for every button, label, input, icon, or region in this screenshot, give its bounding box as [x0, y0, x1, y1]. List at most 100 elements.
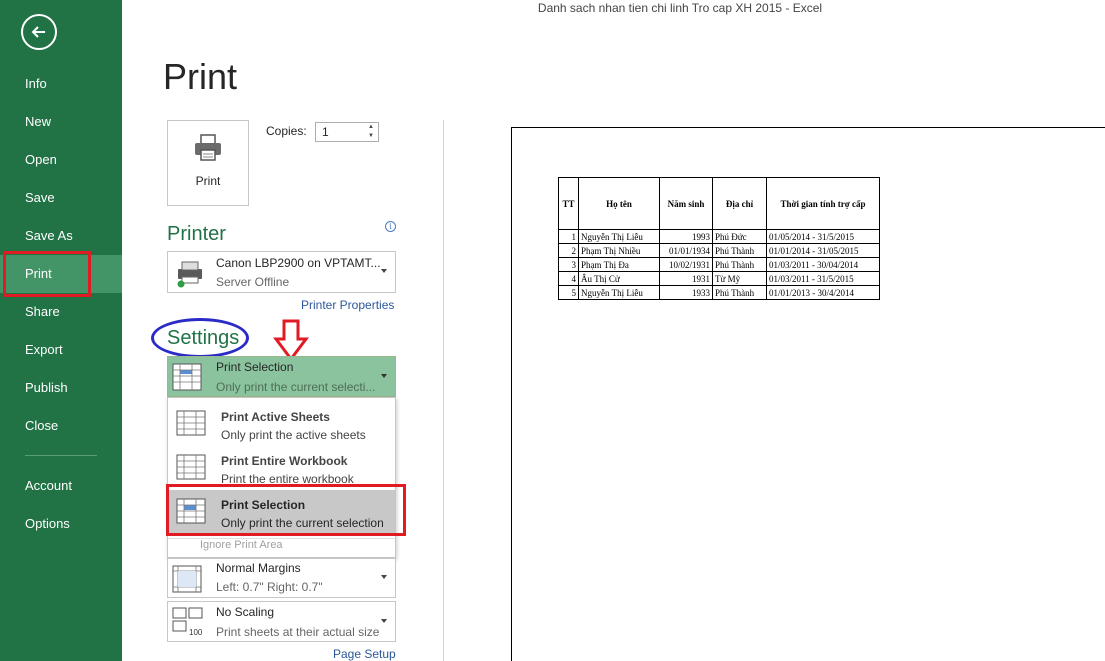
- info-icon[interactable]: i: [385, 221, 396, 232]
- table-cell: 10/02/1931: [659, 257, 713, 272]
- menu-item-title: Print Active Sheets: [221, 410, 330, 424]
- print-what-dropdown[interactable]: Print Selection Only print the current s…: [167, 356, 396, 397]
- table-cell: 1933: [659, 285, 713, 300]
- excel-backstage: Danh sach nhan tien chi linh Tro cap XH …: [0, 0, 1105, 661]
- table-header-row: TT Họ tên Năm sinh Địa chỉ Thời gian tín…: [558, 177, 880, 230]
- table-cell: Phú Đức: [712, 229, 767, 244]
- nav-save-as[interactable]: Save As: [0, 217, 122, 255]
- preview-table: TT Họ tên Năm sinh Địa chỉ Thời gian tín…: [558, 177, 880, 300]
- nav-open[interactable]: Open: [0, 141, 122, 179]
- printer-device-icon: [177, 261, 202, 288]
- sheet-grid-icon: [172, 363, 202, 391]
- back-button[interactable]: [21, 14, 57, 50]
- nav-export[interactable]: Export: [0, 331, 122, 369]
- print-what-desc: Only print the current selecti...: [216, 380, 376, 394]
- table-cell: 01/01/2014 - 31/05/2015: [766, 243, 880, 258]
- copies-up-icon[interactable]: ▲: [366, 123, 376, 132]
- print-button[interactable]: Print: [167, 120, 249, 206]
- copies-down-icon[interactable]: ▼: [366, 132, 376, 141]
- table-cell: 01/01/1934: [659, 243, 713, 258]
- column-header: TT: [558, 177, 579, 230]
- table-cell: Phú Thành: [712, 257, 767, 272]
- ignore-print-area-option[interactable]: Ignore Print Area: [200, 539, 283, 551]
- table-cell: 1993: [659, 229, 713, 244]
- margins-icon: [172, 565, 202, 593]
- scaling-desc: Print sheets at their actual size: [216, 625, 380, 639]
- nav-publish[interactable]: Publish: [0, 369, 122, 407]
- print-preview-page: TT Họ tên Năm sinh Địa chỉ Thời gian tín…: [511, 127, 1105, 661]
- table-cell: 2: [558, 243, 579, 258]
- nav-new[interactable]: New: [0, 103, 122, 141]
- table-cell: 1931: [659, 271, 713, 286]
- table-cell: 5: [558, 285, 579, 300]
- printer-heading: Printer: [167, 223, 226, 245]
- table-cell: 3: [558, 257, 579, 272]
- printer-dropdown[interactable]: Canon LBP2900 on VPTAMT... Server Offlin…: [167, 251, 396, 293]
- chevron-down-icon: [381, 269, 387, 273]
- table-row: 4 Âu Thị Cử 1931 Từ Mỹ 01/03/2011 - 31/5…: [558, 271, 880, 286]
- page-title: Print: [163, 56, 238, 97]
- table-cell: Phú Thành: [712, 243, 767, 258]
- table-cell: 01/03/2011 - 31/5/2015: [766, 271, 880, 286]
- printer-name: Canon LBP2900 on VPTAMT...: [216, 256, 381, 270]
- nav-info[interactable]: Info: [0, 65, 122, 103]
- printer-properties-link[interactable]: Printer Properties: [301, 298, 394, 312]
- table-cell: Từ Mỹ: [712, 271, 767, 286]
- backstage-sidebar: Info New Open Save Save As Print Share E…: [0, 0, 122, 661]
- sheet-grid-icon: [176, 410, 206, 436]
- table-cell: Phạm Thị Đa: [578, 257, 660, 272]
- scaling-dropdown[interactable]: 100 No Scaling Print sheets at their act…: [167, 601, 396, 642]
- pane-divider: [443, 120, 444, 661]
- table-cell: Phú Thành: [712, 285, 767, 300]
- menu-item-active-sheets[interactable]: Print Active Sheets Only print the activ…: [168, 402, 395, 446]
- table-row: 5 Nguyễn Thị Liễu 1933 Phú Thành 01/01/2…: [558, 285, 880, 300]
- chevron-down-icon: [381, 374, 387, 378]
- chevron-down-icon: [381, 618, 387, 623]
- menu-item-title: Print Entire Workbook: [221, 454, 348, 468]
- copies-value: 1: [322, 125, 329, 139]
- copies-stepper[interactable]: 1 ▲ ▼: [315, 122, 379, 142]
- printer-icon: [195, 134, 221, 161]
- nav-close[interactable]: Close: [0, 407, 122, 445]
- page-setup-link[interactable]: Page Setup: [333, 647, 396, 661]
- table-cell: Nguyễn Thị Liễu: [578, 285, 660, 300]
- table-cell: Âu Thị Cử: [578, 271, 660, 286]
- chevron-down-icon: [381, 575, 387, 579]
- table-cell: 01/05/2014 - 31/5/2015: [766, 229, 880, 244]
- window-title: Danh sach nhan tien chi linh Tro cap XH …: [537, 1, 823, 15]
- nav-account[interactable]: Account: [0, 467, 122, 505]
- column-header: Năm sinh: [659, 177, 713, 230]
- table-row: 1 Nguyễn Thị Liễu 1993 Phú Đức 01/05/201…: [558, 229, 880, 244]
- table-cell: 01/01/2013 - 30/4/2014: [766, 285, 880, 300]
- copies-label: Copies:: [266, 124, 307, 138]
- scaling-title: No Scaling: [216, 605, 275, 619]
- nav-options[interactable]: Options: [0, 505, 122, 543]
- table-cell: Phạm Thị Nhiều: [578, 243, 660, 258]
- printer-status: Server Offline: [216, 275, 290, 289]
- scaling-icon-text: 100: [189, 628, 203, 637]
- table-row: 3 Phạm Thị Đa 10/02/1931 Phú Thành 01/03…: [558, 257, 880, 272]
- print-what-title: Print Selection: [216, 360, 294, 374]
- table-row: 2 Phạm Thị Nhiều 01/01/1934 Phú Thành 01…: [558, 243, 880, 258]
- margins-desc: Left: 0.7" Right: 0.7": [216, 580, 323, 594]
- margins-dropdown[interactable]: Normal Margins Left: 0.7" Right: 0.7": [167, 558, 396, 598]
- sheet-grid-icon: [176, 454, 206, 480]
- column-header: Họ tên: [578, 177, 660, 230]
- print-button-label: Print: [195, 174, 221, 188]
- margins-title: Normal Margins: [216, 561, 301, 575]
- print-nav-highlight: [3, 251, 91, 297]
- nav-share[interactable]: Share: [0, 293, 122, 331]
- table-cell: 4: [558, 271, 579, 286]
- scaling-icon: 100: [172, 607, 203, 637]
- settings-annotation-circle: [151, 318, 249, 358]
- nav-save[interactable]: Save: [0, 179, 122, 217]
- down-arrow-annotation-icon: [273, 319, 309, 361]
- column-header: Thời gian tính trợ cấp: [766, 177, 880, 230]
- table-cell: 01/03/2011 - 30/04/2014: [766, 257, 880, 272]
- selection-highlight: [166, 484, 406, 536]
- back-arrow-icon: [31, 26, 45, 38]
- table-cell: Nguyễn Thị Liễu: [578, 229, 660, 244]
- menu-item-desc: Only print the active sheets: [221, 428, 366, 442]
- table-cell: 1: [558, 229, 579, 244]
- nav-divider: [25, 455, 97, 456]
